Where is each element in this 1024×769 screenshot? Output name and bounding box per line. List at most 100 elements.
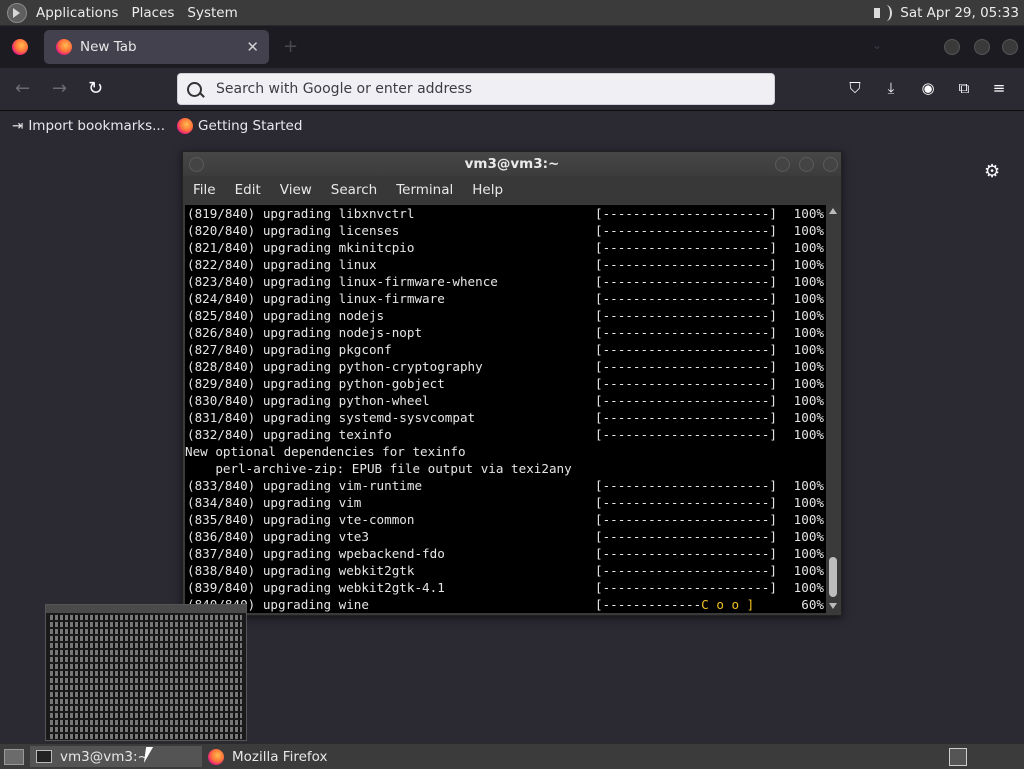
progress-dashes: [----------------------] — [595, 359, 777, 374]
close-window-icon[interactable] — [1002, 39, 1018, 55]
terminal-window[interactable]: vm3@vm3:~ File Edit View Search Terminal… — [182, 151, 842, 616]
minimize-icon[interactable] — [944, 39, 960, 55]
line-text: (835/840) upgrading vte-common — [187, 512, 415, 527]
preview-line — [50, 622, 242, 627]
back-arrow-icon[interactable]: ← — [15, 78, 30, 99]
terminal-titlebar[interactable]: vm3@vm3:~ — [183, 152, 841, 176]
menu-places[interactable]: Places — [131, 5, 174, 21]
progress-bar-text: [----------------------] — [595, 341, 777, 358]
menu-view[interactable]: View — [280, 182, 312, 198]
line-text: (821/840) upgrading mkinitcpio — [187, 240, 415, 255]
scroll-down-icon[interactable] — [829, 603, 837, 609]
preview-line — [50, 643, 242, 648]
gear-icon[interactable]: ⚙ — [984, 161, 1000, 182]
line-text: (824/840) upgrading linux-firmware — [187, 291, 445, 306]
close-tab-icon[interactable]: ✕ — [246, 38, 259, 56]
progress-dashes: [----------------------] — [595, 546, 777, 561]
url-input[interactable] — [214, 80, 738, 98]
progress-dashes: [----------------------] — [595, 223, 777, 238]
volume-icon[interactable] — [871, 4, 893, 22]
progress-percent: 100% — [793, 308, 824, 323]
tab-new-tab[interactable]: New Tab ✕ — [44, 30, 269, 64]
line-text: (820/840) upgrading licenses — [187, 223, 400, 238]
task-label: vm3@vm3:~ — [60, 748, 149, 765]
minimize-icon[interactable] — [775, 157, 790, 172]
terminal-line: perl-archive-zip: EPUB file output via t… — [185, 460, 826, 477]
hamburger-menu-icon[interactable]: ≡ — [991, 80, 1007, 96]
progress-bar-text: [----------------------] — [595, 579, 777, 596]
window-menu-icon[interactable] — [189, 157, 204, 172]
terminal-scrollbar[interactable] — [827, 205, 839, 613]
extensions-icon[interactable]: ⧉ — [956, 80, 972, 96]
maximize-icon[interactable] — [974, 39, 990, 55]
mate-menu-icon[interactable] — [7, 2, 27, 23]
bookmark-import[interactable]: ⇥ Import bookmarks... — [12, 118, 165, 134]
progress-bar-text: [----------------------] — [595, 545, 777, 562]
progress-bar-text: [----------------------] — [595, 290, 777, 307]
line-text: (834/840) upgrading vim — [187, 495, 362, 510]
progress-dashes: [----------------------] — [595, 240, 777, 255]
search-icon — [187, 81, 202, 97]
downloads-icon[interactable]: ⤓ — [883, 80, 899, 96]
progress-percent: 100% — [793, 376, 824, 391]
list-tabs-chevron-icon[interactable]: ⌄ — [872, 38, 882, 52]
line-text: (831/840) upgrading systemd-sysvcompat — [187, 410, 476, 425]
tab-title: New Tab — [80, 39, 137, 55]
menu-applications[interactable]: Applications — [36, 5, 118, 21]
line-text: (819/840) upgrading libxnvctrl — [187, 206, 415, 221]
bookmark-label: Import bookmarks... — [28, 118, 166, 134]
scrollbar-thumb[interactable] — [829, 557, 837, 597]
preview-line — [50, 706, 242, 711]
progress-dashes: [----------------------] — [595, 410, 777, 425]
account-icon[interactable]: ◉ — [920, 80, 936, 96]
terminal-title: vm3@vm3:~ — [464, 156, 560, 172]
terminal-icon — [36, 750, 52, 763]
maximize-icon[interactable] — [799, 157, 814, 172]
line-text: (829/840) upgrading python-gobject — [187, 376, 445, 391]
terminal-output[interactable]: (819/840) upgrading libxnvctrl [---------… — [185, 205, 826, 613]
taskbar-item-firefox[interactable]: Mozilla Firefox — [202, 746, 334, 767]
forward-arrow-icon[interactable]: → — [52, 78, 67, 99]
menu-system[interactable]: System — [187, 5, 237, 21]
taskbar-item-terminal[interactable]: vm3@vm3:~ — [30, 746, 202, 767]
task-label: Mozilla Firefox — [232, 748, 328, 765]
reload-icon[interactable]: ↻ — [88, 78, 103, 99]
menu-help[interactable]: Help — [472, 182, 503, 198]
preview-line — [50, 734, 242, 739]
progress-bar-text: [----------------------] — [595, 256, 777, 273]
line-text: New optional dependencies for texinfo — [185, 444, 466, 459]
workspace-switcher[interactable] — [949, 748, 967, 766]
preview-line — [50, 657, 242, 662]
progress-percent: 100% — [793, 410, 824, 425]
terminal-line: (836/840) upgrading vte3 [---------------… — [185, 528, 826, 545]
window-preview-thumbnail[interactable] — [45, 604, 247, 741]
menu-terminal[interactable]: Terminal — [396, 182, 453, 198]
preview-line — [50, 713, 242, 718]
preview-line — [50, 636, 242, 641]
close-icon[interactable] — [823, 157, 838, 172]
preview-line — [50, 671, 242, 676]
pacman-progress: C o o ] — [701, 597, 755, 612]
progress-dashes: [----------------------] — [595, 495, 777, 510]
menu-edit[interactable]: Edit — [235, 182, 261, 198]
preview-line — [50, 678, 242, 683]
address-bar[interactable] — [177, 73, 775, 105]
new-tab-plus-icon[interactable]: + — [283, 36, 298, 57]
menu-search[interactable]: Search — [331, 182, 377, 198]
clock[interactable]: Sat Apr 29, 05:33 — [900, 5, 1019, 21]
progress-dashes: [----------------------] — [595, 274, 777, 289]
line-text: (833/840) upgrading vim-runtime — [187, 478, 423, 493]
menu-file[interactable]: File — [193, 182, 216, 198]
preview-line — [50, 727, 242, 732]
navigation-bar: ← → ↻ ⛉ ⤓ ◉ ⧉ ≡ — [0, 68, 1024, 111]
progress-dashes: [----------------------] — [595, 376, 777, 391]
pocket-icon[interactable]: ⛉ — [847, 80, 863, 96]
line-text: (832/840) upgrading texinfo — [187, 427, 392, 442]
show-desktop-icon[interactable] — [4, 748, 24, 765]
scroll-up-icon[interactable] — [829, 208, 837, 214]
progress-dashes: [----------------------] — [595, 342, 777, 357]
firefox-view-icon[interactable] — [12, 39, 28, 55]
bookmark-getting-started[interactable]: Getting Started — [177, 118, 302, 134]
line-text: (838/840) upgrading webkit2gtk — [187, 563, 415, 578]
progress-bar-text: [-------------C o o ] — [595, 596, 754, 613]
